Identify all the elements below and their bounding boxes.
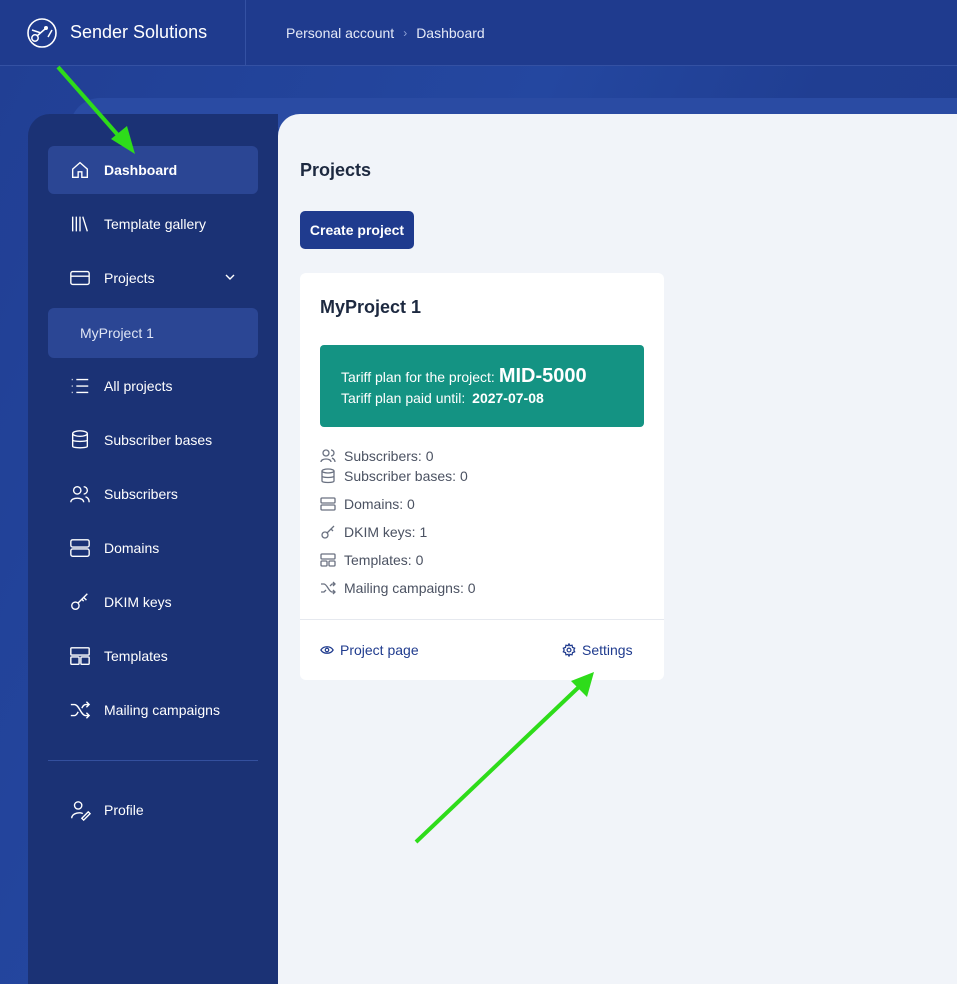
database-icon — [321, 468, 335, 484]
breadcrumb: Personal account › Dashboard — [246, 25, 485, 41]
sidebar-item-label: Mailing campaigns — [104, 702, 220, 718]
tariff-label: Tariff plan for the project: — [341, 369, 495, 385]
breadcrumb-separator: › — [403, 25, 408, 40]
breadcrumb-parent[interactable]: Personal account — [286, 25, 394, 41]
sidebar-item-label: Profile — [104, 802, 144, 818]
stat-dkim-keys: DKIM keys: 1 — [320, 524, 427, 540]
database-icon — [68, 428, 92, 452]
sidebar-item-all-projects[interactable]: All projects — [48, 362, 258, 410]
sidebar-item-label: Templates — [104, 648, 168, 664]
sidebar-item-domains[interactable]: Domains — [48, 524, 258, 572]
card-divider — [300, 619, 664, 620]
sidebar-item-subscribers[interactable]: Subscribers — [48, 470, 258, 518]
main-content: Projects Create project MyProject 1 Tari… — [278, 114, 957, 984]
user-edit-icon — [68, 798, 92, 822]
sidebar-item-label: Projects — [104, 270, 155, 286]
project-title: MyProject 1 — [320, 297, 422, 317]
layout-icon — [320, 553, 336, 567]
eye-icon — [320, 646, 334, 654]
sidebar-subitem-label: MyProject 1 — [80, 325, 154, 341]
sidebar-subitem-myproject[interactable]: MyProject 1 — [48, 308, 258, 358]
sidebar-item-dkim-keys[interactable]: DKIM keys — [48, 578, 258, 626]
page-title: Projects — [300, 160, 372, 180]
card-icon — [68, 266, 92, 290]
sidebar-item-label: Template gallery — [104, 216, 206, 232]
project-page-link[interactable]: Project page — [320, 642, 419, 658]
chevron-down-icon[interactable] — [224, 271, 236, 283]
key-icon — [68, 590, 92, 614]
stat-subscribers: Subscribers: 0 — [320, 448, 433, 464]
sidebar-item-template-gallery[interactable]: Template gallery — [48, 200, 258, 248]
shuffle-icon — [68, 698, 92, 722]
sidebar-item-dashboard[interactable]: Dashboard — [48, 146, 258, 194]
sidebar-divider — [48, 760, 258, 761]
brand[interactable]: Sender Solutions — [0, 0, 246, 66]
sidebar-item-projects[interactable]: Projects — [48, 254, 258, 302]
sidebar-item-mailing-campaigns[interactable]: Mailing campaigns — [48, 686, 258, 734]
users-icon — [320, 449, 336, 463]
tariff-panel: Tariff plan for the project: MID-5000 Ta… — [320, 345, 644, 427]
stat-mailing-campaigns: Mailing campaigns: 0 — [320, 580, 476, 596]
server-icon — [68, 536, 92, 560]
gear-icon — [562, 643, 576, 657]
sidebar-item-templates[interactable]: Templates — [48, 632, 258, 680]
sidebar-item-subscriber-bases[interactable]: Subscriber bases — [48, 416, 258, 464]
create-project-button[interactable]: Create project — [300, 211, 414, 249]
sidebar: Dashboard Template gallery Projects MyPr… — [28, 114, 278, 984]
sidebar-item-profile[interactable]: Profile — [48, 786, 258, 834]
top-bar: Sender Solutions Personal account › Dash… — [0, 0, 957, 66]
logo-icon — [27, 17, 57, 48]
paid-date: 2027-07-08 — [472, 390, 544, 406]
users-icon — [68, 482, 92, 506]
sidebar-item-label: All projects — [104, 378, 173, 394]
list-icon — [68, 374, 92, 398]
project-card: MyProject 1 Tariff plan for the project:… — [300, 273, 664, 680]
paid-label: Tariff plan paid until: — [341, 390, 466, 406]
brand-name: Sender Solutions — [70, 22, 208, 42]
home-icon — [68, 158, 92, 182]
stat-domains: Domains: 0 — [320, 496, 415, 512]
key-icon — [321, 525, 335, 539]
tariff-plan: MID-5000 — [498, 365, 587, 387]
sidebar-item-label: Subscriber bases — [104, 432, 213, 448]
shuffle-icon — [321, 581, 336, 595]
library-icon — [68, 212, 92, 236]
stat-subscriber-bases: Subscriber bases: 0 — [320, 468, 468, 484]
stat-templates: Templates: 0 — [320, 552, 423, 568]
layout-icon — [68, 644, 92, 668]
sidebar-item-label: Dashboard — [104, 162, 178, 178]
server-icon — [320, 497, 336, 511]
breadcrumb-current: Dashboard — [416, 24, 485, 41]
sidebar-item-label: DKIM keys — [104, 594, 172, 610]
sidebar-item-label: Subscribers — [104, 486, 178, 502]
sidebar-item-label: Domains — [104, 540, 160, 556]
settings-link[interactable]: Settings — [562, 642, 633, 658]
